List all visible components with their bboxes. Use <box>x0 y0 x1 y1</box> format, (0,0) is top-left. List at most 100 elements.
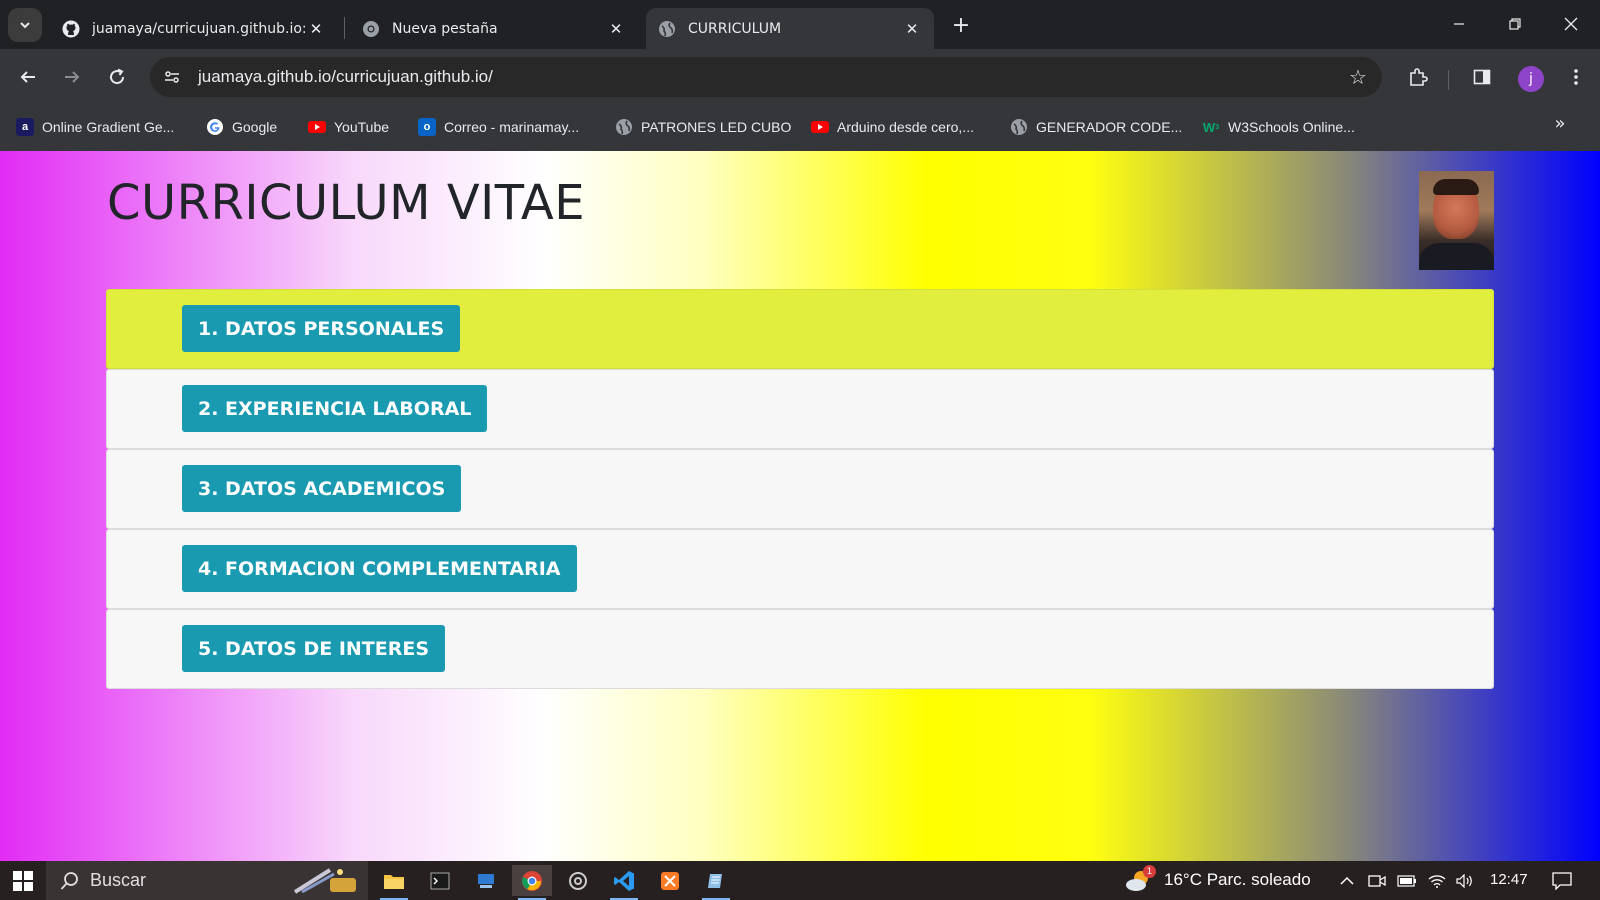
bookmark-label: Arduino desde cero,... <box>837 119 974 135</box>
taskbar: Buscar 1 16°C Parc. soleado 12:47 <box>0 861 1600 900</box>
vscode-icon <box>614 870 634 891</box>
youtube-icon <box>308 118 326 136</box>
formacion-complementaria-button[interactable]: 4. FORMACION COMPLEMENTARIA <box>182 545 577 592</box>
globe-icon <box>1010 118 1028 136</box>
section-panel-experiencia-laboral: 2. EXPERIENCIA LABORAL <box>106 369 1494 449</box>
tab-curriculum[interactable]: CURRICULUM ✕ <box>646 8 934 49</box>
bookmark-youtube[interactable]: YouTube <box>308 115 389 139</box>
tab-github[interactable]: juamaya/curricujuan.github.io: c ✕ <box>50 8 338 49</box>
page-title: CURRICULUM VITAE <box>107 175 586 231</box>
a-icon: a <box>16 118 34 136</box>
back-button[interactable] <box>12 61 44 93</box>
datos-de-interes-button[interactable]: 5. DATOS DE INTERES <box>182 625 446 672</box>
profile-photo <box>1419 171 1494 270</box>
extensions-button[interactable] <box>1402 61 1434 93</box>
close-icon[interactable]: ✕ <box>902 19 922 39</box>
terminal-app[interactable] <box>420 865 460 896</box>
forward-button[interactable] <box>56 61 88 93</box>
tab-title: Nueva pestaña <box>392 20 498 37</box>
more-vert-icon <box>1574 69 1578 85</box>
side-panel-button[interactable] <box>1466 61 1498 93</box>
taskbar-search[interactable]: Buscar <box>46 861 368 900</box>
volume-icon[interactable] <box>1454 870 1476 892</box>
tab-separator <box>344 17 345 39</box>
url-text[interactable]: juamaya.github.io/curricujuan.github.io/ <box>198 67 493 87</box>
cv-sections-accordion: 1. DATOS PERSONALES 2. EXPERIENCIA LABOR… <box>106 289 1494 689</box>
reload-button[interactable] <box>101 61 133 93</box>
openai-icon <box>569 871 587 890</box>
xampp-icon <box>661 871 679 890</box>
tab-search-button[interactable] <box>8 8 42 42</box>
google-icon <box>206 118 224 136</box>
file-explorer-app[interactable] <box>374 865 414 900</box>
clock-time[interactable]: 12:47 <box>1490 871 1528 888</box>
tab-title: juamaya/curricujuan.github.io: c <box>92 20 306 37</box>
globe-icon <box>615 118 633 136</box>
globe-icon <box>658 20 676 38</box>
github-icon <box>62 20 80 38</box>
folder-icon <box>384 874 404 889</box>
side-panel-icon <box>1473 69 1491 85</box>
chevron-up-icon[interactable] <box>1336 870 1358 892</box>
puzzle-icon <box>1410 68 1428 86</box>
search-placeholder: Buscar <box>90 870 147 890</box>
notepad-icon <box>708 873 722 888</box>
bookmark-label: YouTube <box>334 119 390 135</box>
experiencia-laboral-button[interactable]: 2. EXPERIENCIA LABORAL <box>182 385 488 432</box>
datos-personales-button[interactable]: 1. DATOS PERSONALES <box>182 305 461 352</box>
profile-avatar[interactable]: j <box>1518 66 1544 92</box>
bookmark-label: Correo - marinamay... <box>444 119 580 135</box>
section-panel-formacion-complementaria: 4. FORMACION COMPLEMENTARIA <box>106 529 1494 609</box>
site-settings-icon[interactable] <box>158 63 186 91</box>
close-icon[interactable]: ✕ <box>306 19 326 39</box>
page-viewport: CURRICULUM VITAE 1. DATOS PERSONALES 2. … <box>0 151 1600 861</box>
minimize-button[interactable] <box>1436 8 1482 40</box>
section-panel-datos-personales: 1. DATOS PERSONALES <box>106 289 1494 369</box>
chrome-icon <box>362 20 380 38</box>
chrome-app[interactable] <box>512 865 552 900</box>
wifi-icon[interactable] <box>1426 870 1448 892</box>
weather-badge: 1 <box>1143 865 1156 878</box>
minimize-icon <box>1454 23 1464 25</box>
tab-new-tab[interactable]: Nueva pestaña ✕ <box>350 8 638 49</box>
notifications-icon[interactable] <box>1550 870 1574 892</box>
bookmark-star-icon[interactable]: ☆ <box>1344 63 1372 91</box>
battery-icon[interactable] <box>1396 870 1418 892</box>
reload-icon <box>110 68 125 85</box>
tab-strip: juamaya/curricujuan.github.io: c ✕ Nueva… <box>0 0 1600 49</box>
notes-app[interactable] <box>696 865 736 900</box>
start-button[interactable] <box>0 861 46 900</box>
terminal-icon <box>430 872 450 889</box>
bookmark-correo[interactable]: o Correo - marinamay... <box>418 115 579 139</box>
remote-desktop-icon <box>478 873 494 888</box>
double-chevron-right-icon[interactable]: » <box>1548 113 1572 134</box>
bookmark-google[interactable]: Google <box>206 115 277 139</box>
weather-text[interactable]: 16°C Parc. soleado <box>1164 870 1311 890</box>
bookmark-online-gradient[interactable]: a Online Gradient Ge... <box>16 115 174 139</box>
vscode-app[interactable] <box>604 865 644 900</box>
menu-button[interactable] <box>1560 61 1592 93</box>
bookmark-patrones-led[interactable]: PATRONES LED CUBO <box>615 115 791 139</box>
close-icon <box>1564 17 1578 31</box>
tab-title: CURRICULUM <box>688 20 782 37</box>
bookmark-w3schools[interactable]: W3 W3Schools Online... <box>1202 115 1355 139</box>
outlook-icon: o <box>418 118 436 136</box>
chevron-down-icon <box>20 22 30 29</box>
bookmark-label: Online Gradient Ge... <box>42 119 175 135</box>
bookmark-label: Google <box>232 119 278 135</box>
camera-icon[interactable] <box>1366 870 1388 892</box>
datos-academicos-button[interactable]: 3. DATOS ACADEMICOS <box>182 465 462 512</box>
xampp-app[interactable] <box>650 865 690 896</box>
bookmark-arduino[interactable]: Arduino desde cero,... <box>811 115 974 139</box>
remote-desktop-app[interactable] <box>466 865 506 896</box>
weather-icon[interactable]: 1 <box>1124 865 1156 895</box>
address-bar[interactable]: juamaya.github.io/curricujuan.github.io/… <box>150 57 1382 97</box>
close-icon[interactable]: ✕ <box>606 19 626 39</box>
close-window-button[interactable] <box>1548 8 1594 40</box>
windows-icon <box>13 870 33 891</box>
bookmark-generador-code[interactable]: GENERADOR CODE... <box>1010 115 1182 139</box>
chatgpt-app[interactable] <box>558 865 598 896</box>
restore-button[interactable] <box>1492 8 1538 40</box>
chrome-icon <box>522 870 542 891</box>
new-tab-button[interactable]: + <box>948 12 974 38</box>
